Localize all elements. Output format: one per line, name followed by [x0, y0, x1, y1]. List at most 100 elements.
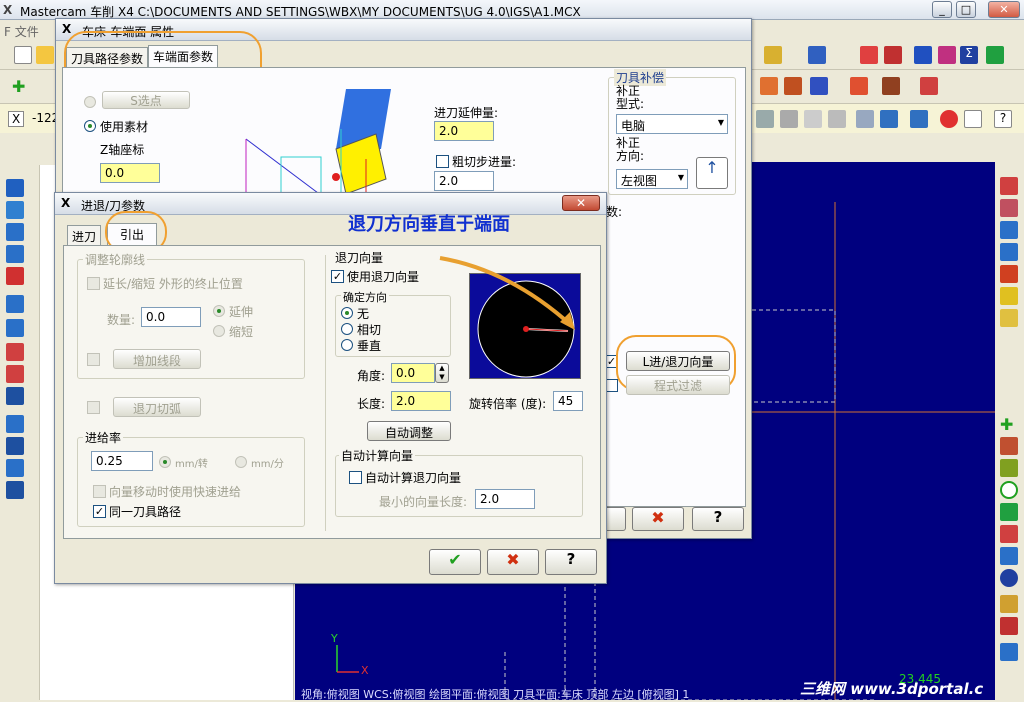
face-op-icon[interactable] [1000, 199, 1018, 217]
block-icon[interactable] [6, 387, 24, 405]
calc-icon[interactable] [6, 481, 24, 499]
minimize-button[interactable]: _ [932, 1, 952, 18]
shorten-radio[interactable] [213, 325, 225, 337]
open-folder-icon[interactable] [36, 46, 54, 64]
maximize-button[interactable]: □ [956, 1, 976, 18]
tab-lead-in[interactable]: 进刀 [67, 225, 102, 245]
new-file-icon[interactable] [14, 46, 32, 64]
dir-none-radio[interactable] [341, 307, 353, 319]
layer-icon[interactable] [1000, 595, 1018, 613]
angle-input[interactable]: 0.0 [391, 363, 435, 383]
retract-arc-button[interactable]: 退刀切弧 [113, 397, 201, 417]
mm-rev-radio[interactable] [159, 456, 171, 468]
lead-close-button[interactable]: ✕ [562, 195, 600, 211]
groove-icon[interactable] [882, 77, 900, 95]
solid-red-icon[interactable] [6, 267, 24, 285]
pencil-icon[interactable] [1000, 287, 1018, 305]
rect-icon[interactable] [1000, 525, 1018, 543]
chart-icon[interactable] [884, 46, 902, 64]
close-button[interactable]: ✕ [988, 1, 1020, 18]
auto-adjust-button[interactable]: 自动调整 [367, 421, 451, 441]
z-coord-input[interactable]: 0.0 [100, 163, 160, 183]
auto-calc-checkbox[interactable] [349, 471, 362, 484]
same-path-checkbox[interactable]: ✓ [93, 505, 106, 518]
plus-green-icon[interactable]: ✚ [1000, 415, 1018, 434]
circle-icon[interactable] [1000, 481, 1018, 499]
add-line-button[interactable]: 增加线段 [113, 349, 201, 369]
snap-icon[interactable] [1000, 617, 1018, 635]
plane-icon[interactable] [6, 365, 24, 383]
folder-icon[interactable] [1000, 309, 1018, 327]
thread-icon[interactable] [920, 77, 938, 95]
settings-icon[interactable] [986, 46, 1004, 64]
extend-radio[interactable] [213, 305, 225, 317]
stop-icon[interactable] [940, 110, 958, 128]
arrow-down-icon[interactable] [6, 245, 24, 263]
iso-view-icon[interactable] [910, 110, 928, 128]
level-icon[interactable] [1000, 643, 1018, 661]
check-icon[interactable] [964, 110, 982, 128]
min-len-input[interactable]: 2.0 [475, 489, 535, 509]
cube-icon[interactable] [828, 110, 846, 128]
comp-type-select[interactable]: 电脑 [616, 114, 728, 134]
angle-spinner[interactable]: ▲ ▼ [435, 363, 449, 383]
menu-file[interactable]: F 文件 [4, 23, 39, 40]
mm-min-radio[interactable] [235, 456, 247, 468]
help-icon[interactable] [860, 46, 878, 64]
add-line-checkbox[interactable] [87, 353, 100, 366]
bridge-icon[interactable] [1000, 437, 1018, 455]
target-icon[interactable] [1000, 569, 1018, 587]
length-input[interactable]: 2.0 [391, 391, 451, 411]
rotate-input[interactable]: 45 [553, 391, 583, 411]
comp-dir-preview[interactable]: ↑ [696, 157, 728, 189]
select-point-button[interactable]: S选点 [102, 91, 190, 109]
use-stock-radio[interactable] [84, 120, 96, 132]
extend-checkbox[interactable] [87, 277, 100, 290]
cube-blue-icon[interactable] [1000, 547, 1018, 565]
sweep-icon[interactable] [6, 343, 24, 361]
lead-cancel-button[interactable]: ✖ [487, 549, 539, 575]
spiral-icon[interactable] [6, 201, 24, 219]
tool-path-icon[interactable] [764, 46, 782, 64]
import-icon[interactable] [6, 459, 24, 477]
props-help-button[interactable]: ? [692, 507, 744, 531]
dir-tangent-radio[interactable] [341, 323, 353, 335]
props-cancel-button[interactable]: ✖ [632, 507, 684, 531]
grid-icon[interactable] [6, 437, 24, 455]
arc-icon[interactable] [6, 223, 24, 241]
amount-input[interactable]: 0.0 [141, 307, 201, 327]
solid-icon[interactable] [760, 77, 778, 95]
rough-step-input[interactable]: 2.0 [434, 171, 494, 191]
hidden-icon[interactable] [804, 110, 822, 128]
dir-perp-radio[interactable] [341, 339, 353, 351]
drill-icon[interactable] [810, 77, 828, 95]
trim-icon[interactable] [6, 415, 24, 433]
lead-help-button[interactable]: ? [545, 549, 597, 575]
rotate-icon[interactable] [1000, 243, 1018, 261]
feed-rate-input[interactable]: 0.25 [91, 451, 153, 471]
sphere-icon[interactable] [6, 319, 24, 337]
line-icon[interactable] [1000, 459, 1018, 477]
arrow-up-icon[interactable] [6, 179, 24, 197]
feed-ext-input[interactable]: 2.0 [434, 121, 494, 141]
question-icon[interactable]: ? [994, 110, 1012, 128]
add-icon[interactable]: ✚ [12, 77, 30, 96]
analyze-icon[interactable] [938, 46, 956, 64]
tool-edit-icon[interactable] [808, 46, 826, 64]
lathe-op-icon[interactable] [1000, 177, 1018, 195]
filter-button[interactable]: 程式过滤 [626, 375, 730, 395]
retract-arc-checkbox[interactable] [87, 401, 100, 414]
select-point-radio[interactable] [84, 96, 96, 108]
use-retract-checkbox[interactable]: ✓ [331, 270, 344, 283]
surface-icon[interactable] [784, 77, 802, 95]
comp-dir-select[interactable]: 左视图 [616, 169, 688, 189]
measure-icon[interactable] [914, 46, 932, 64]
top-view-icon[interactable] [880, 110, 898, 128]
shade-icon[interactable] [756, 110, 774, 128]
lathe-icon[interactable] [850, 77, 868, 95]
wire-icon[interactable] [780, 110, 798, 128]
save-icon[interactable] [1000, 265, 1018, 283]
view-icon[interactable] [856, 110, 874, 128]
rough-step-checkbox[interactable] [436, 155, 449, 168]
box-icon[interactable] [6, 295, 24, 313]
